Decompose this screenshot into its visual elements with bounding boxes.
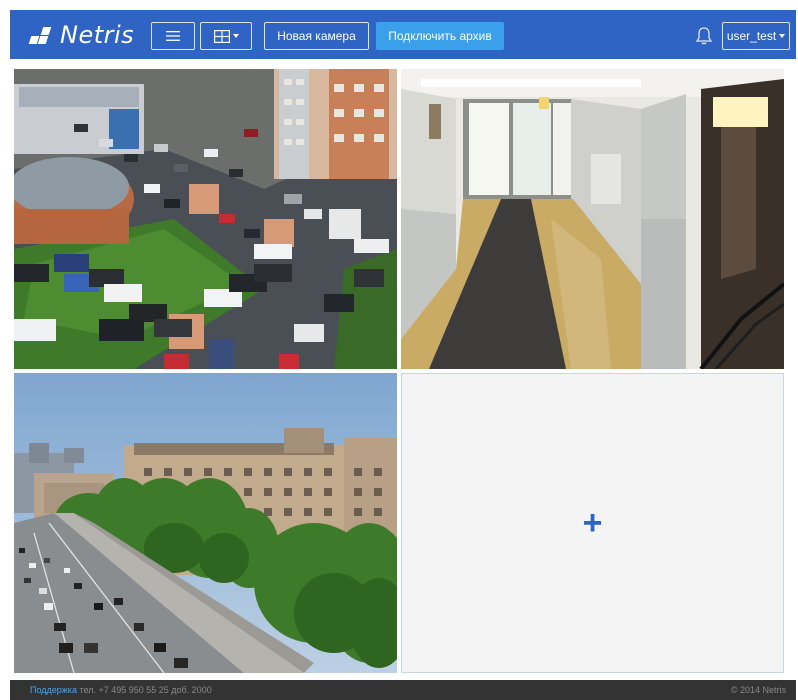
logo-text: Netris (60, 21, 135, 49)
support-phone: тел. +7 495 950 55 25 доб. 2000 (79, 685, 212, 695)
new-camera-button[interactable]: Новая камера (264, 22, 369, 50)
add-camera-slot[interactable]: + (401, 373, 784, 673)
chevron-down-icon (232, 34, 239, 38)
bell-icon[interactable] (695, 26, 713, 46)
camera-view-3[interactable] (14, 373, 397, 673)
chevron-down-icon (779, 34, 786, 38)
camera-image-street (14, 373, 397, 673)
user-menu-button[interactable]: user_test (722, 22, 790, 50)
camera-image-parking (14, 69, 397, 369)
connect-archive-button[interactable]: Подключить архив (376, 22, 504, 50)
camera-image-hallway (401, 69, 784, 369)
plus-icon: + (582, 504, 603, 542)
menu-button[interactable] (151, 22, 195, 50)
top-navbar: Netris Новая камера Подключить архив use… (10, 10, 796, 59)
grid-layout-icon (213, 29, 230, 43)
footer-contact: Поддержка тел. +7 495 950 55 25 доб. 200… (30, 685, 212, 695)
menu-icon (166, 31, 180, 41)
support-link[interactable]: Поддержка (30, 685, 77, 695)
copyright: © 2014 Netris (730, 685, 786, 695)
netris-logo[interactable]: Netris (28, 20, 134, 50)
camera-view-2[interactable] (401, 69, 784, 369)
camera-view-1[interactable] (14, 69, 397, 369)
logo-mark-icon (28, 24, 58, 46)
user-name: user_test (726, 29, 777, 43)
layout-dropdown-button[interactable] (200, 22, 252, 50)
footer: Поддержка тел. +7 495 950 55 25 доб. 200… (10, 680, 796, 700)
